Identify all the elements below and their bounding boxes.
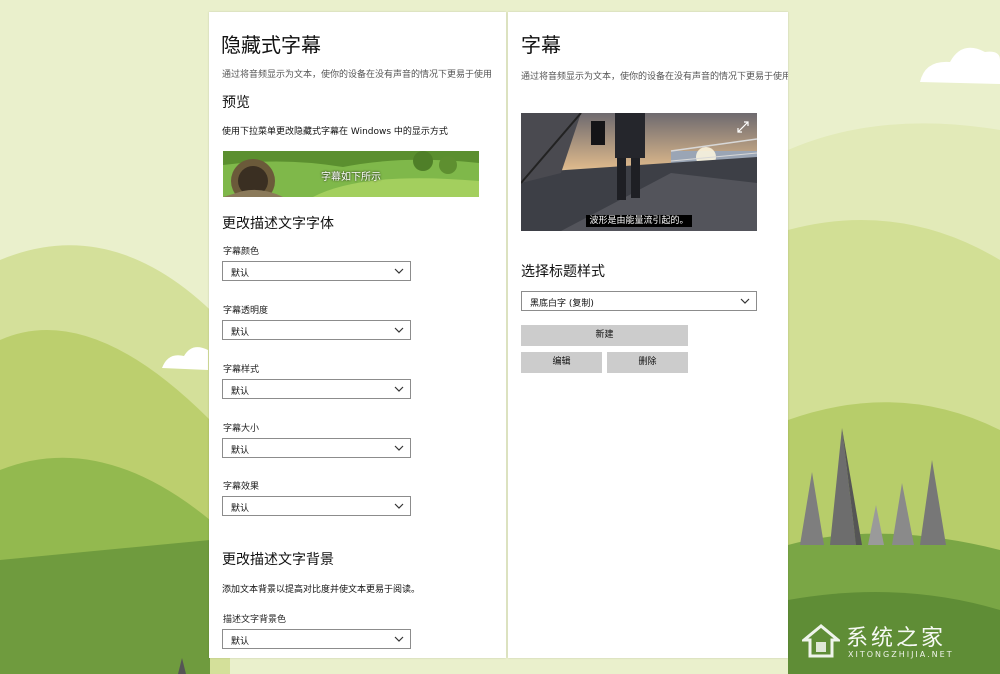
expand-icon[interactable] xyxy=(737,121,749,133)
caption-style-select-value: 黑底白字 (复制) xyxy=(530,299,594,309)
background-heading: 更改描述文字背景 xyxy=(222,552,334,568)
chevron-down-icon xyxy=(394,268,404,274)
watermark-url: XITONGZHIJIA.NET xyxy=(848,650,954,659)
caption-preview-image: 字幕如下所示 xyxy=(223,151,479,197)
page-description: 通过将音频显示为文本，使你的设备在没有声音的情况下更易于使用 xyxy=(222,70,493,80)
caption-transparency-label: 字幕透明度 xyxy=(223,306,269,316)
chevron-down-icon xyxy=(394,445,404,451)
chevron-down-icon xyxy=(394,327,404,333)
caption-effects-label: 字幕效果 xyxy=(223,482,260,492)
caption-effects-value: 默认 xyxy=(231,504,250,514)
caption-background-color-dropdown[interactable]: 默认 xyxy=(222,629,411,649)
caption-effects-dropdown[interactable]: 默认 xyxy=(222,496,411,516)
font-heading: 更改描述文字字体 xyxy=(222,216,334,232)
caption-style-select[interactable]: 黑底白字 (复制) xyxy=(521,291,757,311)
caption-style-dropdown[interactable]: 默认 xyxy=(222,379,411,399)
caption-color-label: 字幕颜色 xyxy=(223,247,260,257)
caption-background-color-value: 默认 xyxy=(231,637,250,647)
watermark-name: 系统之家 xyxy=(846,626,947,651)
chevron-down-icon xyxy=(394,503,404,509)
closed-captions-panel: 隐藏式字幕 通过将音频显示为文本，使你的设备在没有声音的情况下更易于使用 预览 … xyxy=(209,12,506,658)
caption-transparency-dropdown[interactable]: 默认 xyxy=(222,320,411,340)
site-watermark: 系统之家 XITONGZHIJIA.NET xyxy=(802,620,992,662)
caption-style-label: 字幕样式 xyxy=(223,365,260,375)
caption-background-color-label: 描述文字背景色 xyxy=(223,615,287,625)
preview-text: 使用下拉菜单更改隐藏式字幕在 Windows 中的显示方式 xyxy=(222,127,448,137)
video-preview: 波形是由能量流引起的。 xyxy=(521,113,757,231)
caption-size-value: 默认 xyxy=(231,446,250,456)
delete-style-button[interactable]: 删除 xyxy=(607,352,688,373)
caption-color-dropdown[interactable]: 默认 xyxy=(222,261,411,281)
chevron-down-icon xyxy=(394,636,404,642)
edit-style-button[interactable]: 编辑 xyxy=(521,352,602,373)
chevron-down-icon xyxy=(394,386,404,392)
preview-heading: 预览 xyxy=(222,95,250,111)
caption-style-heading: 选择标题样式 xyxy=(521,264,605,280)
background-text: 添加文本背景以提高对比度并使文本更易于阅读。 xyxy=(222,585,421,595)
captions-panel: 字幕 通过将音频显示为文本，使你的设备在没有声音的情况下更易于使用 波形是由能量… xyxy=(508,12,788,658)
preview-caption-text: 字幕如下所示 xyxy=(321,172,381,183)
caption-transparency-value: 默认 xyxy=(231,328,250,338)
video-caption-text: 波形是由能量流引起的。 xyxy=(586,215,692,227)
page-title: 字幕 xyxy=(521,33,561,57)
page-description: 通过将音频显示为文本，使你的设备在没有声音的情况下更易于使用 xyxy=(521,72,788,82)
house-logo-icon xyxy=(802,624,840,658)
new-style-button[interactable]: 新建 xyxy=(521,325,688,346)
page-title: 隐藏式字幕 xyxy=(221,33,321,57)
caption-size-label: 字幕大小 xyxy=(223,424,260,434)
chevron-down-icon xyxy=(740,298,750,304)
caption-style-value: 默认 xyxy=(231,387,250,397)
caption-size-dropdown[interactable]: 默认 xyxy=(222,438,411,458)
caption-color-value: 默认 xyxy=(231,269,250,279)
